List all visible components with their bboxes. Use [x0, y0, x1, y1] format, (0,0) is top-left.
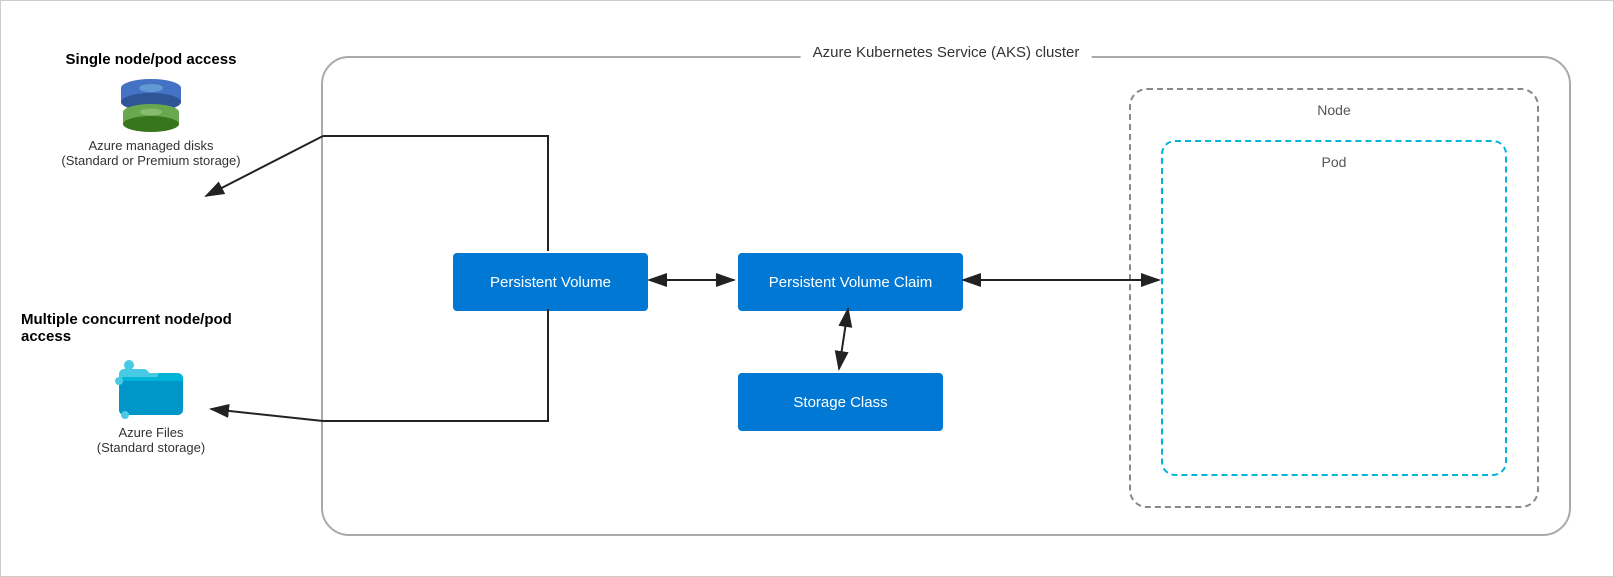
- managed-disks-sub: (Standard or Premium storage): [61, 153, 240, 168]
- pod-box: Pod: [1161, 140, 1507, 476]
- persistent-volume-claim-box: Persistent Volume Claim: [738, 253, 963, 311]
- aks-cluster-box: Azure Kubernetes Service (AKS) cluster P…: [321, 56, 1571, 536]
- azure-files-label: Azure Files: [118, 425, 183, 440]
- managed-disks-icon: [111, 74, 191, 132]
- multi-access-section: Multiple concurrent node/pod access Azur…: [21, 311, 281, 455]
- persistent-volume-box: Persistent Volume: [453, 253, 648, 311]
- pod-label: Pod: [1322, 154, 1347, 170]
- azure-files-icon: [111, 351, 191, 419]
- node-label: Node: [1317, 102, 1350, 118]
- diagram-wrapper: Single node/pod access Azure managed dis…: [0, 0, 1614, 577]
- node-box: Node Pod: [1129, 88, 1539, 508]
- single-access-section: Single node/pod access Azure managed dis…: [21, 51, 281, 168]
- azure-files-sub: (Standard storage): [97, 440, 205, 455]
- managed-disks-label: Azure managed disks: [88, 138, 213, 153]
- storage-class-box: Storage Class: [738, 373, 943, 431]
- multi-access-label: Multiple concurrent node/pod access: [21, 311, 281, 345]
- single-access-label: Single node/pod access: [66, 51, 237, 68]
- aks-cluster-label: Azure Kubernetes Service (AKS) cluster: [801, 44, 1092, 61]
